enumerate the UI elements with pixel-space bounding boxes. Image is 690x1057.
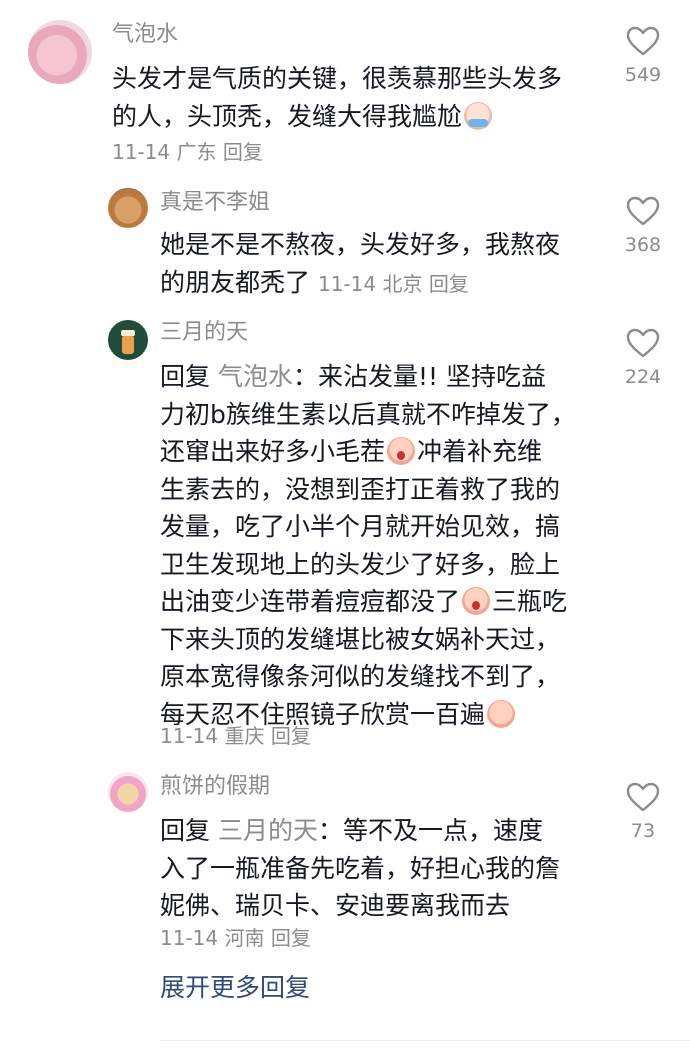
reply-prefix: 回复 — [160, 816, 211, 845]
comment-line: 头发才是气质的关键，很羡慕那些头发多 — [112, 64, 563, 93]
comment-location: 河南 — [224, 926, 265, 950]
comment-line: 妮佛、瑞贝卡、安迪要离我而去 — [160, 891, 511, 920]
reply-button[interactable]: 回复 — [223, 140, 263, 164]
comment-segment: 来沾发量!! 坚持吃益 — [318, 362, 546, 391]
comment-text: 回复 三月的天：等不及一点，速度 入了一瓶准备先吃着，好担心我的詹 妮佛、瑞贝卡… — [160, 812, 560, 925]
like-count: 224 — [624, 366, 662, 388]
comment-meta: 11-14 重庆 回复 — [160, 722, 311, 750]
reply-button[interactable]: 回复 — [271, 926, 311, 950]
heart-outline-icon — [626, 328, 660, 358]
comment-location: 北京 — [382, 271, 423, 296]
comment-author[interactable]: 煎饼的假期 — [160, 772, 270, 802]
heart-outline-icon — [626, 196, 660, 226]
comment-date: 11-14 — [160, 724, 219, 748]
like-button[interactable]: 549 — [620, 26, 666, 86]
like-count: 368 — [624, 234, 662, 256]
comment-meta: 11-14 河南 回复 — [160, 924, 311, 952]
comment-segment: 生素去的，没想到歪打正着救了我的 — [160, 474, 561, 504]
comment-item: 煎饼的假期 回复 三月的天：等不及一点，速度 入了一瓶准备先吃着，好担心我的詹 … — [0, 760, 690, 960]
comment-date: 11-14 — [160, 926, 219, 950]
like-button[interactable]: 73 — [620, 782, 666, 842]
reply-colon: ： — [317, 816, 343, 845]
comment-author[interactable]: 真是不李姐 — [160, 188, 270, 218]
comment-meta: 11-14 北京 回复 — [318, 272, 469, 296]
comment-segment: 力初b族维生素以后真就不咋掉发了， — [160, 399, 576, 429]
comment-location: 广东 — [176, 140, 217, 164]
crying-emoji-icon — [464, 101, 493, 130]
like-button[interactable]: 368 — [620, 196, 666, 256]
comment-line: 的朋友都秃了 — [160, 267, 311, 297]
tea-cup-icon — [121, 330, 135, 354]
avatar[interactable] — [108, 188, 148, 228]
comment-text: 回复 气泡水：来沾发量!! 坚持吃益 力初b族维生素以后真就不咋掉发了， 还窜出… — [160, 358, 576, 733]
comment-text: 头发才是气质的关键，很羡慕那些头发多 的人，头顶秃，发缝大得我尴尬 — [112, 60, 562, 135]
avatar[interactable] — [108, 320, 148, 360]
reply-button[interactable]: 回复 — [429, 272, 469, 296]
comment-text: 她是不是不熬夜，头发好多，我熬夜 的朋友都秃了 11-14 北京 回复 — [160, 226, 560, 303]
comment-line: 她是不是不熬夜，头发好多，我熬夜 — [160, 230, 561, 259]
comment-item: 气泡水 头发才是气质的关键，很羡慕那些头发多 的人，头顶秃，发缝大得我尴尬 11… — [0, 0, 690, 180]
grinning-emoji-icon — [487, 699, 516, 728]
like-count: 549 — [624, 64, 662, 86]
avatar[interactable] — [108, 772, 148, 812]
comment-segment: 冲着补充维 — [417, 437, 543, 466]
like-count: 73 — [630, 820, 656, 842]
comment-segment: 卫生发现地上的头发少了好多，脸上 — [160, 549, 561, 579]
shocked-emoji-icon — [462, 587, 491, 615]
comment-author[interactable]: 气泡水 — [112, 20, 178, 50]
comment-segment: 还窜出来好多小毛茬 — [160, 437, 386, 466]
reply-prefix: 回复 — [160, 362, 211, 391]
reply-target-user[interactable]: 三月的天 — [218, 816, 318, 845]
comment-segment: 出油变少连带着痘痘都没了 — [160, 587, 461, 616]
heart-outline-icon — [626, 782, 660, 812]
comment-date: 11-14 — [317, 271, 377, 296]
reply-button[interactable]: 回复 — [271, 724, 311, 748]
comment-author[interactable]: 三月的天 — [160, 318, 248, 348]
shocked-emoji-icon — [387, 437, 416, 465]
comment-segment: 下来头顶的发缝堪比被女娲补天过， — [160, 624, 561, 654]
divider — [160, 1040, 690, 1041]
comment-line: 入了一瓶准备先吃着，好担心我的詹 — [160, 853, 561, 883]
comment-item: 三月的天 回复 气泡水：来沾发量!! 坚持吃益 力初b族维生素以后真就不咋掉发了… — [0, 310, 690, 760]
comment-meta: 11-14 广东 回复 — [112, 138, 263, 166]
comment-item: 真是不李姐 她是不是不熬夜，头发好多，我熬夜 的朋友都秃了 11-14 北京 回… — [0, 180, 690, 310]
heart-outline-icon — [626, 26, 660, 56]
expand-more-replies-button[interactable]: 展开更多回复 — [160, 970, 310, 1006]
avatar[interactable] — [28, 20, 92, 84]
comment-date: 11-14 — [112, 140, 171, 164]
comment-line: 等不及一点，速度 — [343, 816, 544, 845]
comment-segment: 三瓶吃 — [492, 587, 568, 616]
comment-segment: 发量，吃了小半个月就开始见效，搞 — [160, 512, 561, 541]
comment-line: 的人，头顶秃，发缝大得我尴尬 — [112, 101, 463, 131]
like-button[interactable]: 224 — [620, 328, 666, 388]
reply-colon: ： — [292, 362, 318, 391]
comment-segment: 原本宽得像条河似的发缝找不到了， — [160, 662, 561, 691]
reply-target-user[interactable]: 气泡水 — [218, 362, 293, 391]
comment-location: 重庆 — [224, 724, 265, 748]
